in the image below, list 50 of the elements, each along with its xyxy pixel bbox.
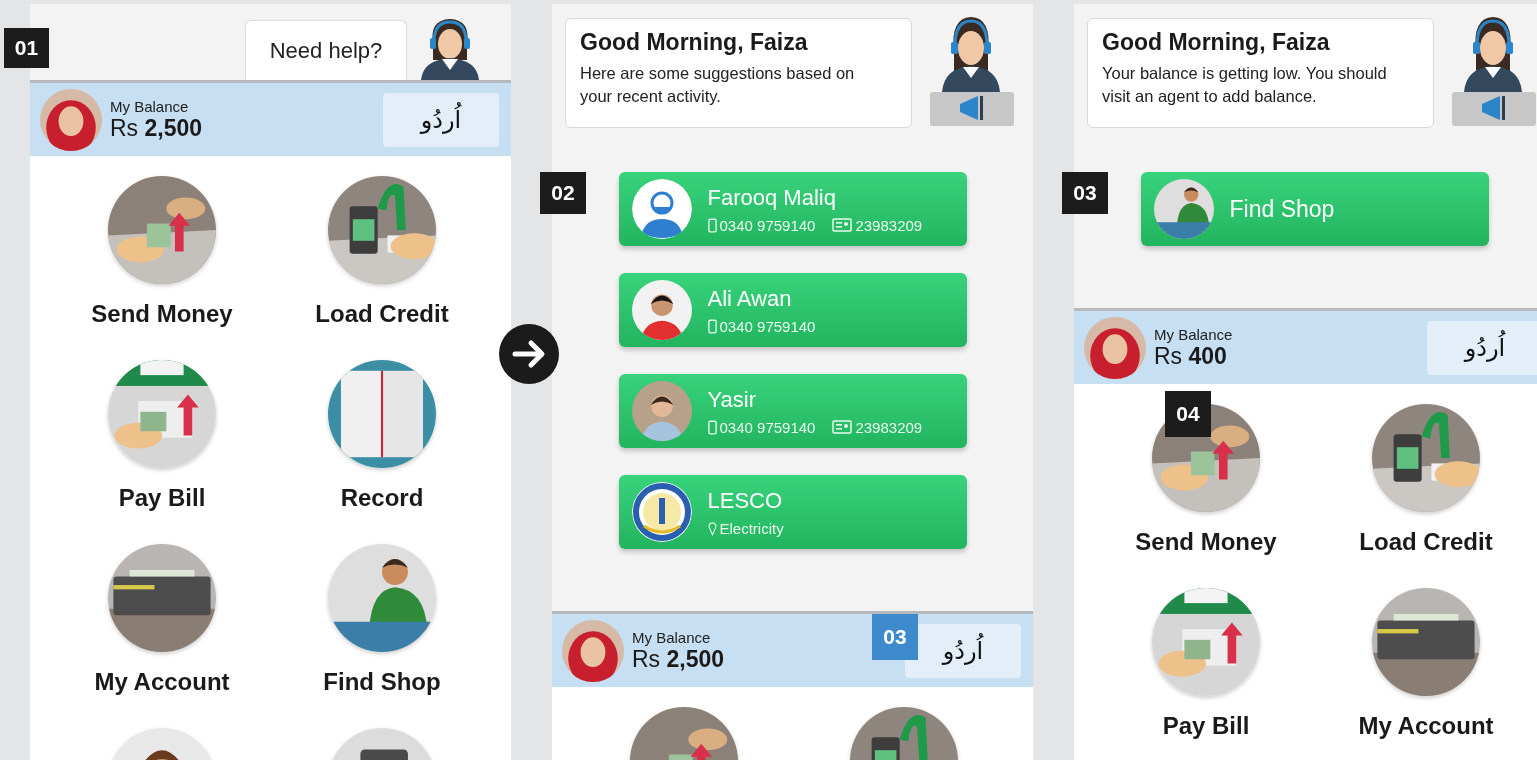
- service-label[interactable]: Send Money: [91, 300, 233, 328]
- contact-name: Ali Awan: [707, 285, 793, 312]
- phone-icon: [707, 217, 717, 233]
- location-pin-icon: [707, 520, 717, 536]
- service-label[interactable]: Find Shop: [323, 668, 441, 696]
- agent-megaphone-drawing[interactable]: [928, 14, 1014, 126]
- greeting-message: Your balance is getting low. You should visit an agent to add balance.: [1102, 63, 1388, 108]
- step-badge: 03: [872, 614, 918, 660]
- phone-number: 0340 9759140: [719, 216, 816, 234]
- service-label[interactable]: My Account: [94, 668, 230, 696]
- service-label[interactable]: Load Credit: [315, 300, 449, 328]
- phone-number: 0340 9759140: [719, 418, 816, 436]
- agent-megaphone-drawing[interactable]: [1450, 14, 1536, 126]
- language-button[interactable]: اُردُو: [905, 623, 1021, 678]
- greeting-title: Good Morning, Faiza: [1102, 29, 1331, 56]
- contact-name: Find Shop: [1229, 195, 1335, 223]
- help-bubble[interactable]: Need help?: [245, 20, 407, 80]
- id-card-icon: [832, 218, 853, 232]
- balance-label: My Balance: [1154, 325, 1233, 343]
- greeting-title: Good Morning, Faiza: [580, 29, 809, 56]
- service-label[interactable]: Send Money: [1135, 528, 1277, 556]
- service-label[interactable]: Load Credit: [1359, 528, 1493, 556]
- balance-label: My Balance: [110, 97, 190, 115]
- balance-amount: Rs 2,500: [632, 645, 725, 673]
- balance-amount: Rs 2,500: [110, 114, 203, 142]
- greeting-message: Here are some suggestions based on your recent activity.: [580, 63, 856, 108]
- service-label[interactable]: My Account: [1358, 712, 1494, 740]
- step-badge: 03: [1062, 172, 1108, 214]
- phone-icon: [707, 318, 717, 334]
- balance-amount: Rs 400: [1154, 342, 1228, 370]
- contact-name: Farooq Maliq: [707, 184, 837, 211]
- id-card-icon: [832, 420, 853, 434]
- step-badge: 02: [540, 172, 586, 214]
- balance-label: My Balance: [632, 628, 712, 646]
- category-label: Electricity: [719, 519, 784, 537]
- id-number: 23983209: [855, 216, 923, 234]
- phone-icon: [707, 419, 717, 435]
- contact-name: LESCO: [707, 487, 784, 514]
- contact-name: Yasir: [707, 386, 757, 413]
- language-button[interactable]: اُردُو: [1427, 320, 1537, 375]
- step-badge: 01: [4, 28, 49, 68]
- language-button[interactable]: اُردُو: [383, 92, 499, 147]
- step-badge: 04: [1165, 391, 1211, 437]
- phone-number: 0340 9759140: [719, 317, 816, 335]
- service-label[interactable]: Pay Bill: [118, 484, 206, 512]
- user-avatar-icon: [631, 179, 692, 239]
- service-label[interactable]: Pay Bill: [1162, 712, 1250, 740]
- id-number: 23983209: [855, 418, 923, 436]
- emblem-icon: [631, 482, 692, 542]
- service-label[interactable]: Record: [340, 484, 424, 512]
